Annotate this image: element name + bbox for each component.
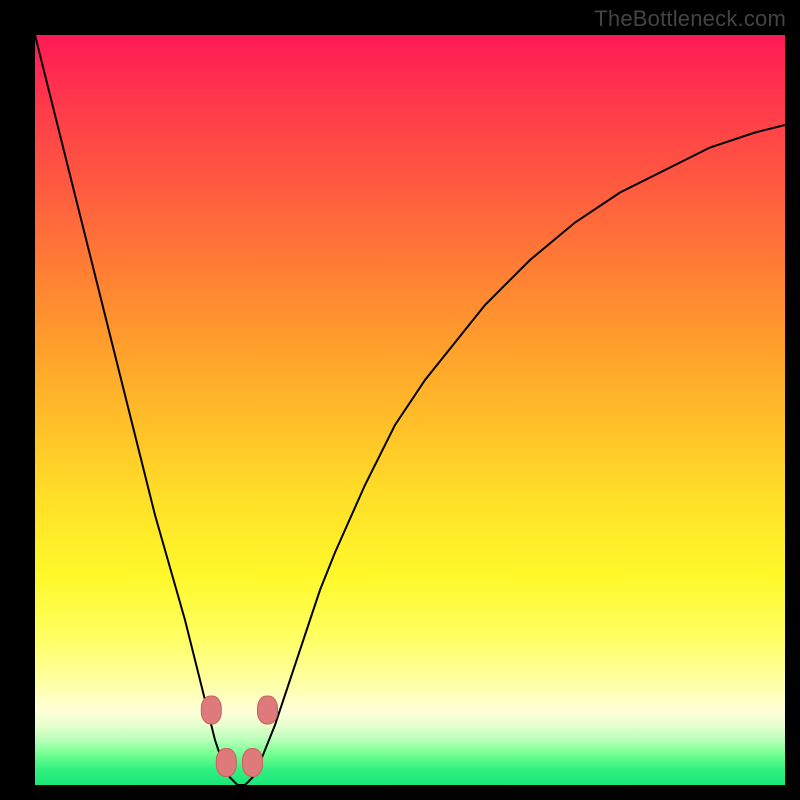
bottleneck-curve (35, 35, 785, 785)
curve-markers (201, 696, 277, 777)
marker-left-lower (216, 749, 236, 777)
plot-area (35, 35, 785, 785)
marker-right-lower (243, 749, 263, 777)
curve-svg (35, 35, 785, 785)
marker-right-upper (258, 696, 278, 724)
chart-frame: TheBottleneck.com (0, 0, 800, 800)
marker-left-upper (201, 696, 221, 724)
watermark-text: TheBottleneck.com (594, 6, 786, 32)
